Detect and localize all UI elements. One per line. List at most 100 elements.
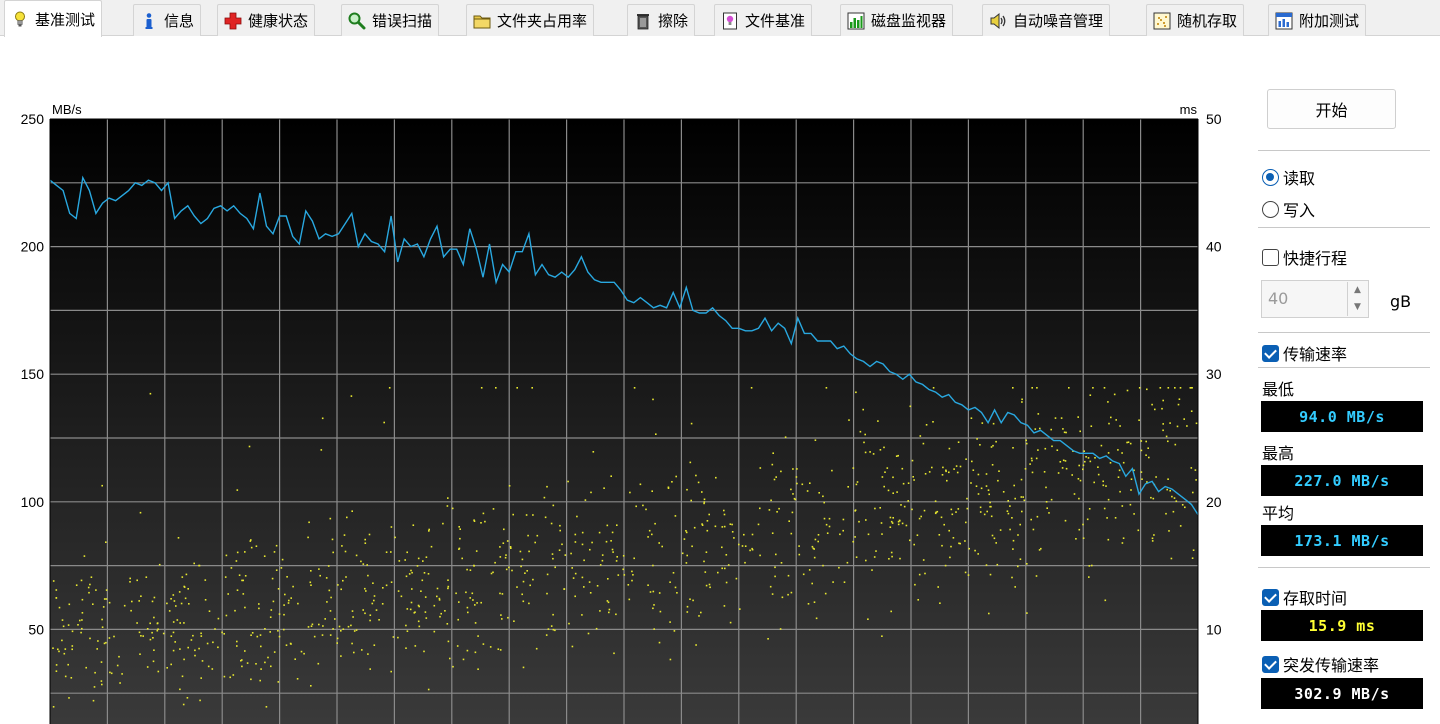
access-time-point (404, 559, 406, 561)
access-time-point (1189, 387, 1192, 389)
tab-label: 基准测试 (35, 10, 96, 29)
access-time-point (964, 571, 967, 574)
access-time-point (1073, 493, 1076, 495)
tab-bar: 基准测试 信息 健康状态 错误扫描 文件夹占用率 擦除 文件基准 磁盘监视器 自… (0, 0, 1440, 37)
tab-acoustic-management[interactable]: 自动噪音管理 (982, 4, 1111, 36)
access-time-point (286, 576, 288, 578)
access-time-point (174, 641, 176, 643)
spin-up-icon[interactable]: ▲ (1348, 282, 1367, 299)
access-time-point (669, 658, 672, 661)
access-time-point (1122, 461, 1125, 464)
access-time-point (1165, 512, 1167, 515)
access-time-point (826, 532, 829, 534)
access-time-point (958, 542, 960, 545)
burst-rate-option[interactable]: 突发传输速率 (1262, 652, 1379, 676)
access-time-point (572, 577, 575, 579)
access-time-point (172, 621, 175, 623)
short-stroke-checkbox[interactable] (1262, 248, 1279, 266)
access-time-point (142, 635, 144, 637)
access-time-point (992, 422, 995, 425)
access-time-point (361, 649, 363, 651)
tab-folder-usage[interactable]: 文件夹占用率 (466, 4, 595, 36)
access-time-point (592, 451, 595, 453)
access-time-point (385, 551, 388, 553)
tab-error-scan[interactable]: 错误扫描 (341, 4, 440, 36)
short-stroke-option[interactable]: 快捷行程 (1262, 245, 1347, 269)
left-axis-label: MB/s (52, 102, 82, 117)
access-time-point (909, 405, 912, 408)
access-time-point (988, 612, 990, 615)
read-radio[interactable] (1262, 168, 1279, 186)
access-time-point (52, 706, 55, 708)
write-radio[interactable] (1262, 200, 1279, 218)
access-time-point (934, 500, 937, 502)
read-option[interactable]: 读取 (1262, 165, 1315, 189)
access-time-point (798, 553, 801, 556)
access-time-point (1026, 563, 1028, 565)
access-time-point (883, 446, 885, 449)
access-time-point (971, 460, 973, 463)
write-option[interactable]: 写入 (1262, 197, 1315, 221)
tab-disk-monitor[interactable]: 磁盘监视器 (840, 4, 954, 36)
start-button[interactable]: 开始 (1267, 89, 1396, 129)
access-time-point (912, 476, 914, 478)
burst-rate-checkbox[interactable] (1262, 655, 1279, 673)
tab-random-access[interactable]: 随机存取 (1146, 4, 1245, 36)
access-time-option[interactable]: 存取时间 (1262, 585, 1347, 609)
tab-health[interactable]: 健康状态 (217, 4, 316, 36)
access-time-point (1140, 440, 1143, 442)
access-time-point (96, 648, 98, 650)
access-time-point (953, 468, 955, 470)
access-time-point (119, 682, 121, 684)
access-time-point (950, 545, 952, 548)
chart-grid (50, 119, 1198, 724)
access-time-point (208, 610, 211, 612)
access-time-point (476, 602, 478, 604)
access-time-point (1061, 467, 1064, 469)
access-time-point (1037, 449, 1039, 451)
tab-erase[interactable]: 擦除 (627, 4, 696, 36)
tab-benchmark[interactable]: 基准测试 (4, 0, 103, 37)
access-time-point (520, 565, 522, 568)
access-time-point (62, 625, 65, 628)
access-time-point (993, 537, 996, 540)
access-time-point (757, 523, 760, 526)
access-time-point (571, 567, 573, 569)
access-time-point (881, 476, 884, 478)
access-time-point (948, 471, 950, 474)
access-time-point (1040, 547, 1042, 550)
access-time-point (244, 606, 246, 609)
tab-label: 文件夹占用率 (497, 12, 588, 30)
access-time-point (175, 605, 177, 607)
access-time-point (1012, 447, 1014, 449)
access-time-point (938, 534, 941, 536)
access-time-point (914, 583, 916, 586)
tab-extra-tests[interactable]: 附加测试 (1268, 4, 1367, 36)
transfer-rate-option[interactable]: 传输速率 (1262, 341, 1347, 365)
tab-file-benchmark[interactable]: 文件基准 (714, 4, 813, 36)
access-time-checkbox[interactable] (1262, 588, 1279, 606)
access-time-point (503, 528, 505, 531)
access-time-point (206, 642, 209, 645)
spin-down-icon[interactable]: ▼ (1348, 299, 1367, 316)
access-time-point (504, 556, 507, 559)
access-time-point (1179, 525, 1182, 527)
access-time-point (1100, 444, 1103, 447)
access-time-point (108, 601, 111, 604)
access-time-point (480, 601, 482, 604)
access-time-point (601, 554, 604, 556)
access-time-point (1105, 485, 1107, 487)
access-time-point (364, 538, 366, 541)
tab-info[interactable]: 信息 (133, 4, 202, 36)
access-time-point (1007, 512, 1010, 515)
access-time-point (260, 668, 262, 670)
access-time-point (385, 584, 388, 587)
access-time-point (864, 433, 866, 436)
transfer-rate-checkbox[interactable] (1262, 344, 1279, 362)
access-time-point (153, 596, 156, 599)
access-time-point (550, 522, 553, 525)
access-time-point (1089, 394, 1092, 396)
short-stroke-spinner[interactable]: 40 ▲ ▼ (1261, 280, 1369, 318)
access-time-point (193, 562, 195, 565)
access-time-point (447, 640, 450, 643)
